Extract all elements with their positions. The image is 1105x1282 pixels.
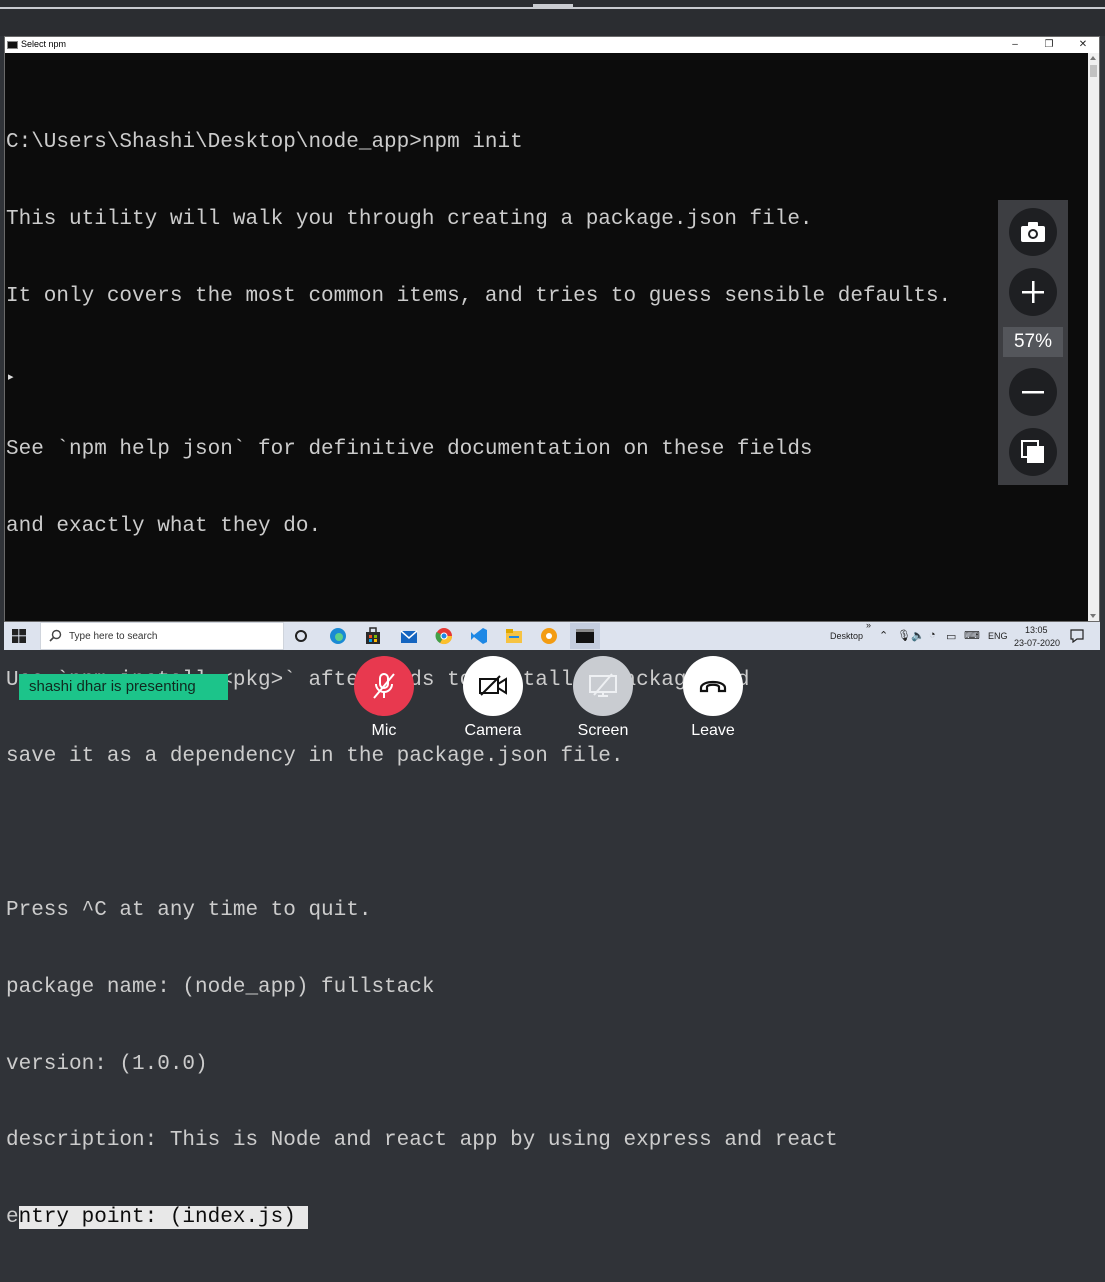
zoom-level: 57% (1003, 327, 1063, 357)
mic-muted-icon (373, 673, 395, 699)
leave-button[interactable] (683, 656, 743, 716)
toolbar-expand-icon[interactable]: » (866, 620, 871, 630)
windows-start-icon[interactable] (12, 629, 26, 643)
fit-screen-button[interactable] (1009, 428, 1057, 476)
edge-browser-icon[interactable] (329, 627, 347, 645)
zoom-in-button[interactable] (1009, 268, 1057, 316)
mail-icon[interactable] (400, 627, 418, 645)
file-explorer-icon[interactable] (505, 627, 523, 645)
terminal-line: It only covers the most common items, an… (6, 284, 952, 308)
close-button[interactable]: ✕ (1066, 37, 1100, 53)
screen-share-button[interactable] (573, 656, 633, 716)
camera-button[interactable] (463, 656, 523, 716)
mic-label: Mic (371, 722, 397, 739)
show-hidden-icons-icon[interactable]: ⌃ (879, 629, 888, 642)
notifications-icon[interactable] (1070, 629, 1084, 643)
drag-handle[interactable] (533, 4, 573, 7)
zoom-out-button[interactable] (1009, 368, 1057, 416)
top-divider (0, 7, 1105, 9)
terminal-line: description: This is Node and react app … (6, 1129, 838, 1153)
plus-icon (1022, 281, 1044, 303)
hang-up-icon (699, 680, 727, 693)
screen-label: Screen (577, 722, 629, 739)
active-console-tab[interactable] (570, 623, 600, 649)
app-orange-icon[interactable] (540, 627, 558, 645)
presenter-text: shashi dhar is presenting (29, 678, 196, 695)
wifi-icon[interactable]: ◔ (929, 629, 936, 641)
cortana-icon[interactable] (292, 627, 310, 645)
camera-control[interactable]: Camera (463, 656, 523, 739)
chrome-icon[interactable] (435, 627, 453, 645)
mouse-cursor-icon: ▸ (8, 371, 14, 383)
mic-control[interactable]: Mic (354, 656, 414, 739)
search-icon (49, 629, 62, 642)
taskbar-search-box[interactable]: Type here to search (40, 622, 284, 650)
console-titlebar: Select npm – ❐ ✕ (5, 37, 1099, 53)
clock-date[interactable]: 23-07-2020 (1014, 638, 1060, 648)
volume-icon[interactable]: 🔈 (911, 629, 925, 642)
desktop-toolbar-label[interactable]: Desktop (830, 631, 863, 641)
camera-off-icon (479, 675, 507, 696)
selected-text: ntry point: (index.js) (18, 1206, 309, 1230)
terminal-line: and exactly what they do. (6, 515, 322, 539)
scroll-up-icon[interactable] (1090, 56, 1096, 60)
mic-button[interactable] (354, 656, 414, 716)
shared-console-window: Select npm – ❐ ✕ C:\Users\Shashi\Desktop… (4, 36, 1100, 1230)
terminal-input-line[interactable]: entry point: (index.js) (6, 1205, 1086, 1231)
terminal-line: This utility will walk you through creat… (6, 207, 813, 231)
camera-snapshot-icon (1021, 222, 1045, 242)
screen-share-off-icon (589, 673, 617, 697)
keyboard-icon[interactable]: ⌨ (964, 629, 980, 642)
meeting-top-bar (0, 0, 1105, 36)
console-app-icon (7, 41, 18, 49)
microphone-tray-icon[interactable]: 🎙 (897, 629, 911, 642)
vscode-icon[interactable] (470, 627, 488, 645)
battery-icon[interactable]: ▭ (946, 630, 956, 643)
presenter-banner: shashi dhar is presenting (19, 674, 228, 700)
search-placeholder: Type here to search (69, 631, 158, 642)
input-line-prefix: e (6, 1206, 19, 1230)
minus-icon (1022, 391, 1044, 394)
clock-time[interactable]: 13:05 (1025, 625, 1048, 635)
console-scrollbar[interactable] (1088, 53, 1099, 621)
zoom-panel: 57% (998, 200, 1068, 485)
screen-control[interactable]: Screen (573, 656, 633, 739)
terminal-line: C:\Users\Shashi\Desktop\node_app>npm ini… (6, 131, 523, 155)
leave-label: Leave (691, 722, 735, 739)
snapshot-button[interactable] (1009, 208, 1057, 256)
terminal-line: version: (1.0.0) (6, 1052, 208, 1076)
maximize-button[interactable]: ❐ (1032, 37, 1066, 53)
language-indicator[interactable]: ENG (988, 631, 1008, 641)
console-title: Select npm (21, 39, 67, 49)
console-taskbar-icon (576, 629, 594, 643)
terminal-line: save it as a dependency in the package.j… (6, 745, 624, 769)
leave-control[interactable]: Leave (683, 656, 743, 739)
scroll-thumb[interactable] (1090, 65, 1097, 77)
minimize-button[interactable]: – (998, 37, 1032, 53)
terminal-line: Press ^C at any time to quit. (6, 899, 372, 922)
terminal-line: See `npm help json` for definitive docum… (6, 438, 813, 462)
windows-taskbar: Type here to search Desktop » ⌃ 🎙 🔈 ◔ ▭ … (4, 620, 1100, 650)
store-icon[interactable] (364, 627, 382, 645)
terminal-line: package name: (node_app) fullstack (6, 975, 435, 999)
scroll-down-icon[interactable] (1090, 614, 1096, 618)
camera-label: Camera (464, 722, 522, 739)
copy-screen-icon (1021, 440, 1044, 463)
